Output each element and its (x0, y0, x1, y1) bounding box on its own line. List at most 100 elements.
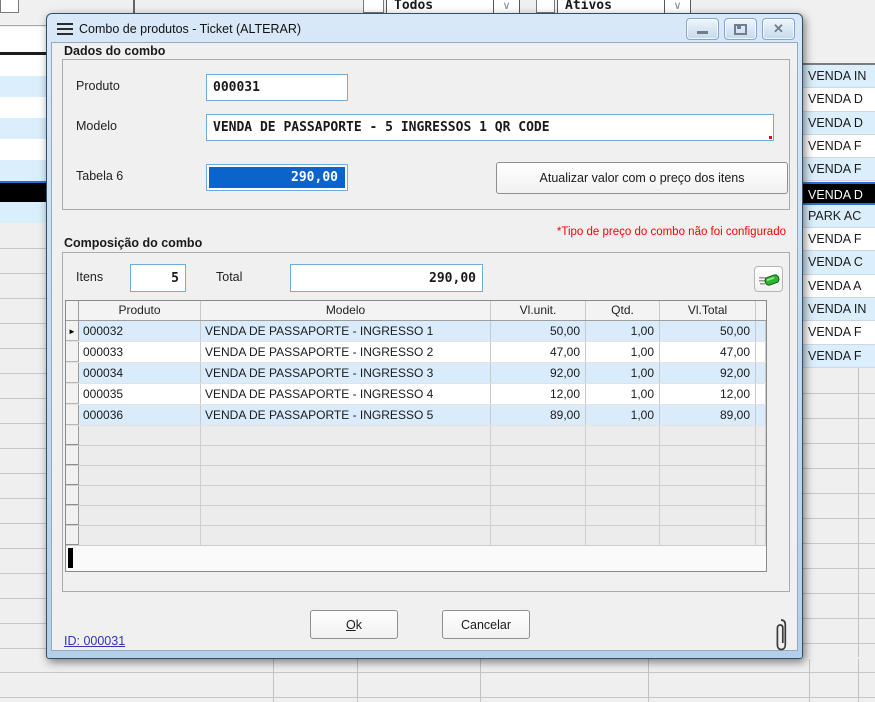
bg-right-list[interactable]: VENDA INVENDA DVENDA DVENDA FVENDA FVEND… (798, 65, 875, 368)
ok-button[interactable]: Ok (310, 610, 398, 639)
recalculate-button[interactable] (754, 266, 783, 292)
dialog-content: Dados do combo Produto 000031 Modelo VEN… (51, 42, 798, 651)
header-modelo[interactable]: Modelo (201, 301, 491, 320)
table-cell (201, 506, 491, 525)
paperclip-icon[interactable] (774, 618, 788, 654)
bg-row-line (0, 348, 46, 349)
table-cell: VENDA DE PASSAPORTE - INGRESSO 4 (201, 384, 491, 404)
list-item[interactable]: VENDA F (798, 158, 875, 181)
list-item[interactable]: VENDA A (798, 275, 875, 298)
list-item[interactable]: VENDA F (798, 135, 875, 158)
bg-field-stub-1 (363, 0, 384, 13)
tabela-value: 290,00 (291, 170, 341, 185)
table-cell: 50,00 (491, 321, 586, 341)
table-row-empty[interactable] (66, 426, 766, 446)
table-cell: VENDA DE PASSAPORTE - INGRESSO 5 (201, 405, 491, 425)
table-cell (201, 446, 491, 465)
table-cell (756, 526, 766, 545)
table-cell (79, 486, 201, 505)
list-item[interactable]: VENDA D (798, 182, 875, 205)
table-row[interactable]: 000034VENDA DE PASSAPORTE - INGRESSO 392… (66, 363, 766, 384)
bg-column-line (858, 659, 859, 702)
table-row[interactable]: 000032VENDA DE PASSAPORTE - INGRESSO 150… (66, 321, 766, 342)
table-cell (586, 526, 660, 545)
row-indicator (66, 384, 79, 404)
table-row-empty[interactable] (66, 466, 766, 486)
table-cell (756, 426, 766, 445)
maximize-button[interactable] (724, 18, 757, 40)
itens-field[interactable]: 5 (130, 264, 186, 292)
bg-row-line (0, 648, 46, 649)
header-vlunit[interactable]: Vl.unit. (491, 301, 586, 320)
bg-row-line (0, 672, 875, 673)
total-field[interactable]: 290,00 (290, 264, 483, 292)
cancel-label: Cancelar (461, 618, 511, 632)
window-controls (686, 18, 795, 40)
itens-label: Itens (76, 270, 103, 284)
row-indicator (66, 321, 79, 341)
table-row-empty[interactable] (66, 526, 766, 546)
list-item[interactable]: VENDA IN (798, 65, 875, 88)
bg-row-line (0, 248, 46, 249)
table-cell (201, 526, 491, 545)
chevron-down-icon[interactable] (493, 0, 520, 14)
bg-row-line (0, 548, 46, 549)
table-cell (79, 526, 201, 545)
bg-row-line (798, 518, 875, 519)
cancel-button[interactable]: Cancelar (442, 610, 530, 639)
tabela-field[interactable]: 290,00 (206, 164, 348, 191)
bg-row-line (0, 573, 46, 574)
tabela-label: Tabela 6 (76, 169, 123, 183)
required-marker (769, 136, 772, 139)
bg-column-line (480, 659, 481, 702)
bg-row-line (798, 618, 875, 619)
id-link[interactable]: ID: 000031 (64, 634, 125, 648)
section-title-dados: Dados do combo (64, 44, 165, 58)
table-cell (586, 506, 660, 525)
list-item[interactable]: VENDA F (798, 345, 875, 368)
table-row-empty[interactable] (66, 446, 766, 466)
list-item[interactable]: VENDA D (798, 88, 875, 111)
produto-field[interactable]: 000031 (206, 74, 348, 101)
atualizar-valor-button[interactable]: Atualizar valor com o preço dos itens (496, 162, 788, 194)
list-item[interactable]: PARK AC (798, 205, 875, 228)
composition-table[interactable]: Produto Modelo Vl.unit. Qtd. Vl.Total 00… (65, 300, 767, 572)
header-produto[interactable]: Produto (79, 301, 201, 320)
table-cell (79, 446, 201, 465)
bg-row-line (0, 323, 46, 324)
bg-row-line (0, 523, 46, 524)
row-indicator (66, 486, 79, 505)
modelo-field[interactable]: VENDA DE PASSAPORTE - 5 INGRESSOS 1 QR C… (206, 114, 774, 141)
list-item[interactable]: VENDA D (798, 112, 875, 135)
table-row[interactable]: 000033VENDA DE PASSAPORTE - INGRESSO 247… (66, 342, 766, 363)
table-row-empty[interactable] (66, 506, 766, 526)
table-cell: 12,00 (491, 384, 586, 404)
table-row[interactable]: 000035VENDA DE PASSAPORTE - INGRESSO 412… (66, 384, 766, 405)
table-row[interactable]: 000036VENDA DE PASSAPORTE - INGRESSO 5 89… (66, 405, 766, 426)
chevron-down-icon[interactable] (664, 0, 691, 14)
section-title-composicao: Composição do combo (64, 236, 202, 250)
bg-row-line (798, 493, 875, 494)
header-qtd[interactable]: Qtd. (586, 301, 660, 320)
header-vltotal[interactable]: Vl.Total (660, 301, 756, 320)
dialog-title: Combo de produtos - Ticket (ALTERAR) (79, 22, 301, 36)
table-cell: 000036 (79, 405, 201, 425)
list-item[interactable]: VENDA F (798, 321, 875, 344)
list-item[interactable]: VENDA F (798, 228, 875, 251)
minimize-button[interactable] (686, 18, 719, 40)
close-button[interactable] (762, 18, 795, 40)
list-item[interactable]: VENDA C (798, 251, 875, 274)
table-cell: 89,00 (660, 405, 756, 425)
row-indicator (66, 426, 79, 445)
table-cell (79, 466, 201, 485)
table-row-empty[interactable] (66, 486, 766, 506)
list-item[interactable]: VENDA IN (798, 298, 875, 321)
table-cell: 47,00 (491, 342, 586, 362)
filter-ativos-value: Ativos (565, 0, 612, 13)
bg-row-line (798, 643, 875, 644)
table-cell: 000034 (79, 363, 201, 383)
bg-row-line (0, 598, 46, 599)
bg-row-line (0, 298, 46, 299)
menu-icon[interactable] (57, 23, 73, 35)
table-cell (756, 363, 766, 383)
